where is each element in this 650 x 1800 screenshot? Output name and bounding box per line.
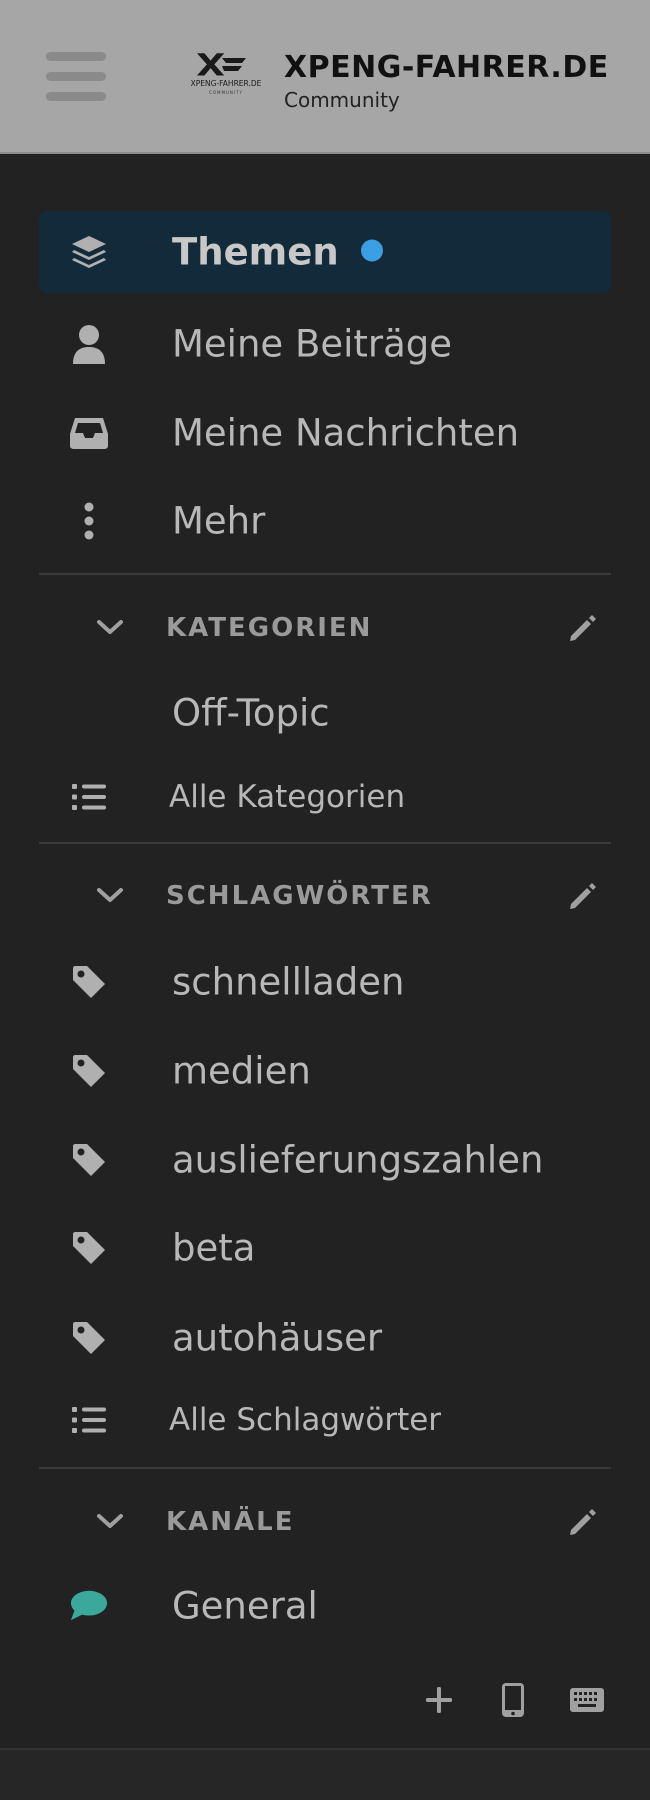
tags-section-header[interactable]: SCHLAGWÖRTER <box>39 866 611 926</box>
site-header: XPENG-FAHRER.DE COMMUNITY XPENG-FAHRER.D… <box>0 0 650 154</box>
tag-item-beta[interactable]: beta <box>39 1207 611 1289</box>
layers-icon <box>69 232 109 272</box>
section-divider <box>39 842 611 844</box>
logo-tiny-text: COMMUNITY <box>209 90 243 95</box>
sidebar-item-label: Meine Beiträge <box>172 322 453 366</box>
sidebar-item-label: Meine Nachrichten <box>172 411 520 455</box>
plus-icon[interactable] <box>425 1686 453 1714</box>
user-icon <box>69 324 109 364</box>
category-label: Off-Topic <box>172 691 330 735</box>
ellipsis-vertical-icon <box>69 501 109 541</box>
bottom-bar <box>0 1748 650 1800</box>
tag-icon <box>69 1318 109 1358</box>
section-title: KATEGORIEN <box>166 613 373 643</box>
sidebar-item-meine-nachrichten[interactable]: Meine Nachrichten <box>39 392 611 474</box>
section-divider <box>39 573 611 575</box>
mobile-icon[interactable] <box>501 1682 525 1718</box>
pencil-icon[interactable] <box>567 612 599 644</box>
tag-item-schnellladen[interactable]: schnellladen <box>39 941 611 1023</box>
all-categories-label: Alle Kategorien <box>169 779 406 815</box>
sidebar-item-label: Themen <box>172 231 383 274</box>
tag-icon <box>69 1140 109 1180</box>
sidebar-item-mehr[interactable]: Mehr <box>39 480 611 562</box>
tag-item-auslieferungszahlen[interactable]: auslieferungszahlen <box>39 1119 611 1201</box>
categories-section-header[interactable]: KATEGORIEN <box>39 598 611 658</box>
tag-label: beta <box>172 1226 256 1270</box>
channel-item-general[interactable]: General <box>39 1565 611 1647</box>
all-categories-link[interactable]: Alle Kategorien <box>39 756 611 838</box>
tag-icon <box>69 1228 109 1268</box>
hamburger-menu-icon[interactable] <box>46 50 108 106</box>
pencil-icon[interactable] <box>567 1506 599 1538</box>
inbox-icon <box>69 413 109 453</box>
tag-label: medien <box>172 1049 311 1093</box>
site-title[interactable]: XPENG-FAHRER.DE <box>284 50 609 85</box>
sidebar-footer <box>0 1660 650 1740</box>
pencil-icon[interactable] <box>567 880 599 912</box>
tag-label: autohäuser <box>172 1316 383 1360</box>
section-divider <box>39 1467 611 1469</box>
site-logo[interactable]: XPENG-FAHRER.DE COMMUNITY <box>188 52 264 98</box>
channel-label: General <box>172 1584 318 1628</box>
list-icon <box>69 777 109 817</box>
tag-icon <box>69 962 109 1002</box>
tag-icon <box>69 1051 109 1091</box>
chevron-down-icon <box>97 1514 123 1528</box>
chat-bubble-icon <box>69 1586 109 1626</box>
tag-label: auslieferungszahlen <box>172 1138 544 1182</box>
section-title: SCHLAGWÖRTER <box>166 881 433 911</box>
all-tags-link[interactable]: Alle Schlagwörter <box>39 1379 611 1461</box>
tag-item-autohaeuser[interactable]: autohäuser <box>39 1297 611 1379</box>
site-subtitle: Community <box>284 88 400 112</box>
chevron-down-icon <box>97 888 123 902</box>
sidebar-item-meine-beitraege[interactable]: Meine Beiträge <box>39 303 611 385</box>
chevron-down-icon <box>97 620 123 634</box>
category-item-off-topic[interactable]: Off-Topic <box>39 672 611 754</box>
sidebar-item-label: Mehr <box>172 499 266 543</box>
all-tags-label: Alle Schlagwörter <box>169 1402 442 1438</box>
new-content-dot <box>360 239 383 261</box>
sidebar-item-themen[interactable]: Themen <box>39 211 611 293</box>
section-title: KANÄLE <box>166 1507 295 1537</box>
logo-small-text: XPENG-FAHRER.DE <box>191 79 262 88</box>
keyboard-icon[interactable] <box>569 1687 605 1713</box>
tag-item-medien[interactable]: medien <box>39 1030 611 1112</box>
channels-section-header[interactable]: KANÄLE <box>39 1492 611 1552</box>
tag-label: schnellladen <box>172 960 405 1004</box>
list-icon <box>69 1400 109 1440</box>
